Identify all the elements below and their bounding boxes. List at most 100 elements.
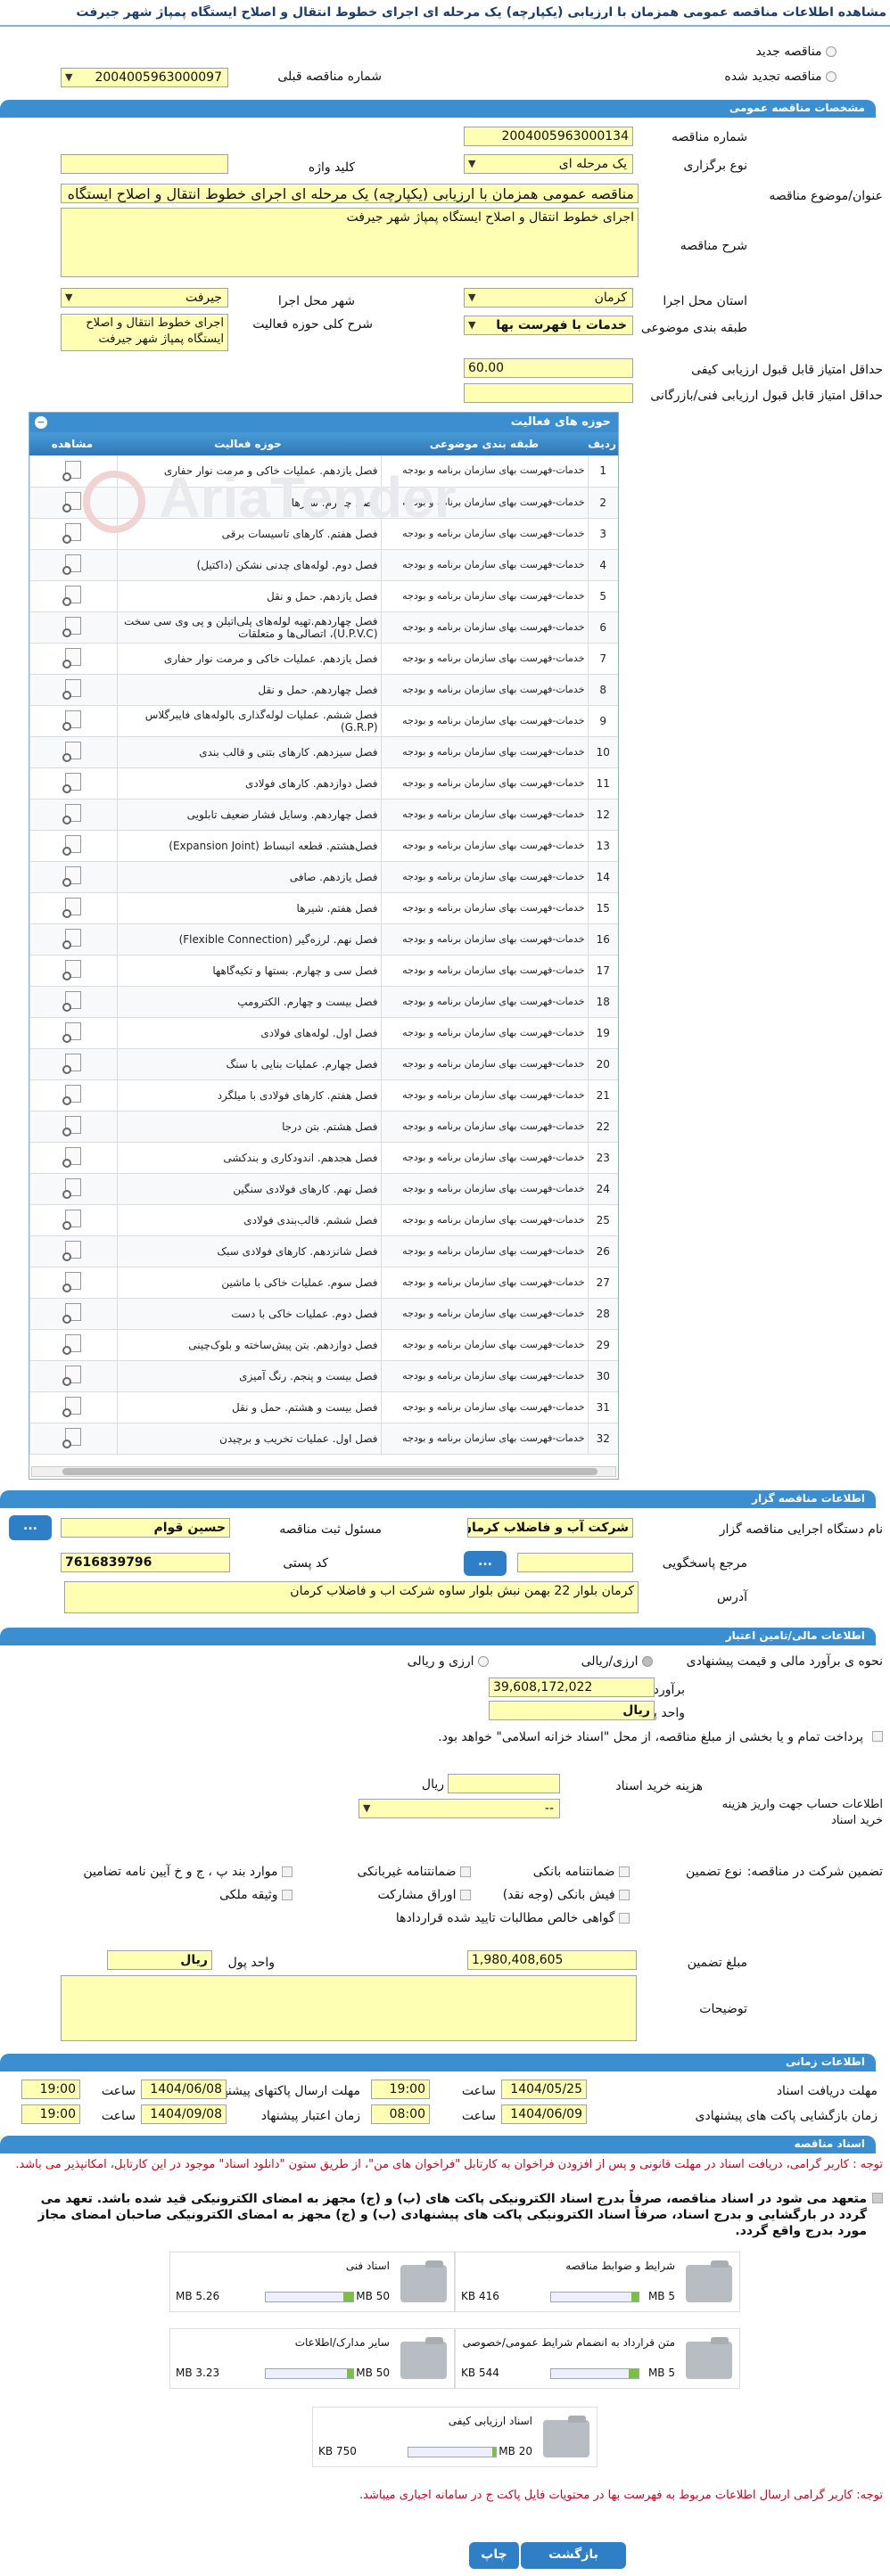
- view-document-icon[interactable]: [62, 1178, 82, 1199]
- g-clauses-option[interactable]: موارد بند پ ، ج و خ آیین نامه تضامین: [83, 1865, 293, 1879]
- scope-field[interactable]: اجرای خطوط انتقال و اصلاح ایستگاه پمپاژ …: [61, 314, 228, 351]
- view-document-icon[interactable]: [62, 1272, 82, 1292]
- view-document-icon[interactable]: [62, 1303, 82, 1324]
- g-property-checkbox[interactable]: [282, 1890, 293, 1900]
- view-document-icon[interactable]: [62, 1085, 82, 1105]
- province-select[interactable]: کرمان ▼: [464, 288, 633, 308]
- type-select[interactable]: یک مرحله ای ▼: [464, 154, 633, 174]
- file-box[interactable]: شرایط و ضوابط مناقصه 5 MB 416 KB: [455, 2252, 740, 2312]
- file-box[interactable]: متن قرارداد به انضمام شرایط عمومی/خصوصی 5…: [455, 2328, 740, 2389]
- g-claims-option[interactable]: گواهی خالص مطالبات تایید شده قراردادها: [396, 1911, 630, 1925]
- send-date-field[interactable]: 1404/06/08: [141, 2080, 227, 2099]
- file-box[interactable]: سایر مدارک/اطلاعات 50 MB 3.23 MB: [169, 2328, 455, 2389]
- file-box[interactable]: اسناد فنی 50 MB 5.26 MB: [169, 2252, 455, 2312]
- col-category-header[interactable]: طبقه بندی موضوعی: [383, 438, 586, 450]
- view-document-icon[interactable]: [62, 648, 82, 669]
- min-tech-field[interactable]: [464, 383, 633, 403]
- commit-checkbox[interactable]: [872, 2193, 883, 2203]
- g-claims-checkbox[interactable]: [619, 1913, 630, 1924]
- g-property-option[interactable]: وثیقه ملکی: [219, 1888, 293, 1902]
- new-tender-radio[interactable]: [826, 46, 836, 57]
- horizontal-scrollbar[interactable]: [31, 1466, 616, 1477]
- view-document-icon[interactable]: [62, 898, 82, 918]
- view-document-icon[interactable]: [62, 679, 82, 700]
- view-document-icon[interactable]: [62, 1054, 82, 1074]
- view-document-icon[interactable]: [62, 1022, 82, 1043]
- account-select[interactable]: -- ▼: [358, 1799, 560, 1818]
- valid-date-field[interactable]: 1404/09/08: [141, 2104, 227, 2124]
- ref-field[interactable]: [517, 1553, 633, 1572]
- budget-field[interactable]: 39,608,172,022: [489, 1678, 655, 1697]
- g-cash-option[interactable]: فیش بانکی (وجه نقد): [503, 1888, 630, 1902]
- view-document-icon[interactable]: [62, 1334, 82, 1355]
- view-document-icon[interactable]: [62, 492, 82, 513]
- view-document-icon[interactable]: [62, 1147, 82, 1168]
- col-row-header[interactable]: ردیف: [588, 438, 616, 450]
- org-field[interactable]: شرکت آب و فاضلاب کرمان: [467, 1518, 633, 1538]
- option-fx-radio[interactable]: [478, 1656, 489, 1667]
- view-document-icon[interactable]: [62, 1366, 82, 1386]
- send-time-field[interactable]: 19:00: [21, 2080, 80, 2099]
- g-bonds-option[interactable]: اوراق مشارکت: [378, 1888, 471, 1902]
- open-date-field[interactable]: 1404/06/09: [501, 2104, 587, 2124]
- recv-time-field[interactable]: 19:00: [371, 2080, 430, 2099]
- back-button[interactable]: بازگشت: [521, 2542, 626, 2569]
- amount-field[interactable]: 1,980,408,605: [467, 1950, 637, 1970]
- print-button[interactable]: چاپ: [469, 2542, 521, 2569]
- unit-field[interactable]: ریال: [489, 1701, 655, 1720]
- view-document-icon[interactable]: [62, 1241, 82, 1261]
- prev-number-select[interactable]: 2004005963000097 ▼: [61, 68, 228, 87]
- city-select[interactable]: جیرفت ▼: [61, 288, 228, 308]
- description-textarea[interactable]: اجرای خطوط انتقال و اصلاح ایستگاه پمپاژ …: [61, 208, 639, 277]
- view-document-icon[interactable]: [62, 929, 82, 949]
- ref-lookup-button[interactable]: ...: [464, 1551, 507, 1576]
- view-document-icon[interactable]: [62, 1397, 82, 1417]
- min-quality-field[interactable]: 60.00: [464, 358, 633, 378]
- view-document-icon[interactable]: [62, 523, 82, 544]
- view-document-icon[interactable]: [62, 835, 82, 856]
- g-clauses-checkbox[interactable]: [282, 1866, 293, 1877]
- postal-field[interactable]: 7616839796: [61, 1553, 230, 1572]
- notes-textarea[interactable]: [61, 1975, 637, 2041]
- g-bonds-checkbox[interactable]: [460, 1890, 471, 1900]
- address-field[interactable]: کرمان بلوار 22 بهمن نبش بلوار ساوه شرکت …: [64, 1581, 639, 1613]
- renewed-tender-radio[interactable]: [826, 71, 836, 82]
- col-field-header[interactable]: حوزه فعالیت: [119, 438, 377, 450]
- g-nonbank-option[interactable]: ضمانتنامه غیربانکی: [358, 1865, 471, 1879]
- g-cash-checkbox[interactable]: [619, 1890, 630, 1900]
- open-time-field[interactable]: 08:00: [371, 2104, 430, 2124]
- view-document-icon[interactable]: [62, 617, 82, 637]
- keyword-field[interactable]: [61, 154, 228, 174]
- view-document-icon[interactable]: [62, 866, 82, 887]
- file-box[interactable]: اسناد ارزیابی کیفی 20 MB 750 KB: [312, 2407, 597, 2467]
- view-document-icon[interactable]: [62, 1210, 82, 1230]
- payment-note-checkbox[interactable]: [872, 1731, 883, 1742]
- view-document-icon[interactable]: [62, 960, 82, 980]
- view-document-icon[interactable]: [62, 710, 82, 731]
- responsible-field[interactable]: حسین قوام: [61, 1518, 230, 1538]
- g-bank-checkbox[interactable]: [619, 1866, 630, 1877]
- new-tender-option[interactable]: مناقصه جدید: [756, 45, 836, 59]
- view-document-icon[interactable]: [62, 1116, 82, 1136]
- option-rial-radio[interactable]: [642, 1656, 653, 1667]
- recv-date-field[interactable]: 1404/05/25: [501, 2080, 587, 2099]
- view-document-icon[interactable]: [62, 554, 82, 575]
- responsible-lookup-button[interactable]: ...: [9, 1515, 52, 1540]
- collapse-icon[interactable]: −: [35, 416, 47, 429]
- option-fx[interactable]: ارزی و ریالی: [408, 1654, 489, 1669]
- view-document-icon[interactable]: [62, 460, 82, 481]
- view-document-icon[interactable]: [62, 773, 82, 793]
- g-nonbank-checkbox[interactable]: [460, 1866, 471, 1877]
- valid-time-field[interactable]: 19:00: [21, 2104, 80, 2124]
- view-document-icon[interactable]: [62, 991, 82, 1012]
- option-rial[interactable]: ارزی/ریالی: [581, 1654, 653, 1669]
- g-bank-option[interactable]: ضمانتنامه بانکی: [533, 1865, 630, 1879]
- view-document-icon[interactable]: [62, 804, 82, 824]
- view-document-icon[interactable]: [62, 586, 82, 606]
- view-document-icon[interactable]: [62, 742, 82, 762]
- unit2-field[interactable]: ریال: [107, 1950, 212, 1970]
- renewed-tender-option[interactable]: مناقصه تجدید شده: [724, 70, 836, 84]
- doc-cost-field[interactable]: [448, 1774, 560, 1793]
- view-document-icon[interactable]: [62, 1428, 82, 1448]
- scrollbar-thumb[interactable]: [62, 1468, 597, 1475]
